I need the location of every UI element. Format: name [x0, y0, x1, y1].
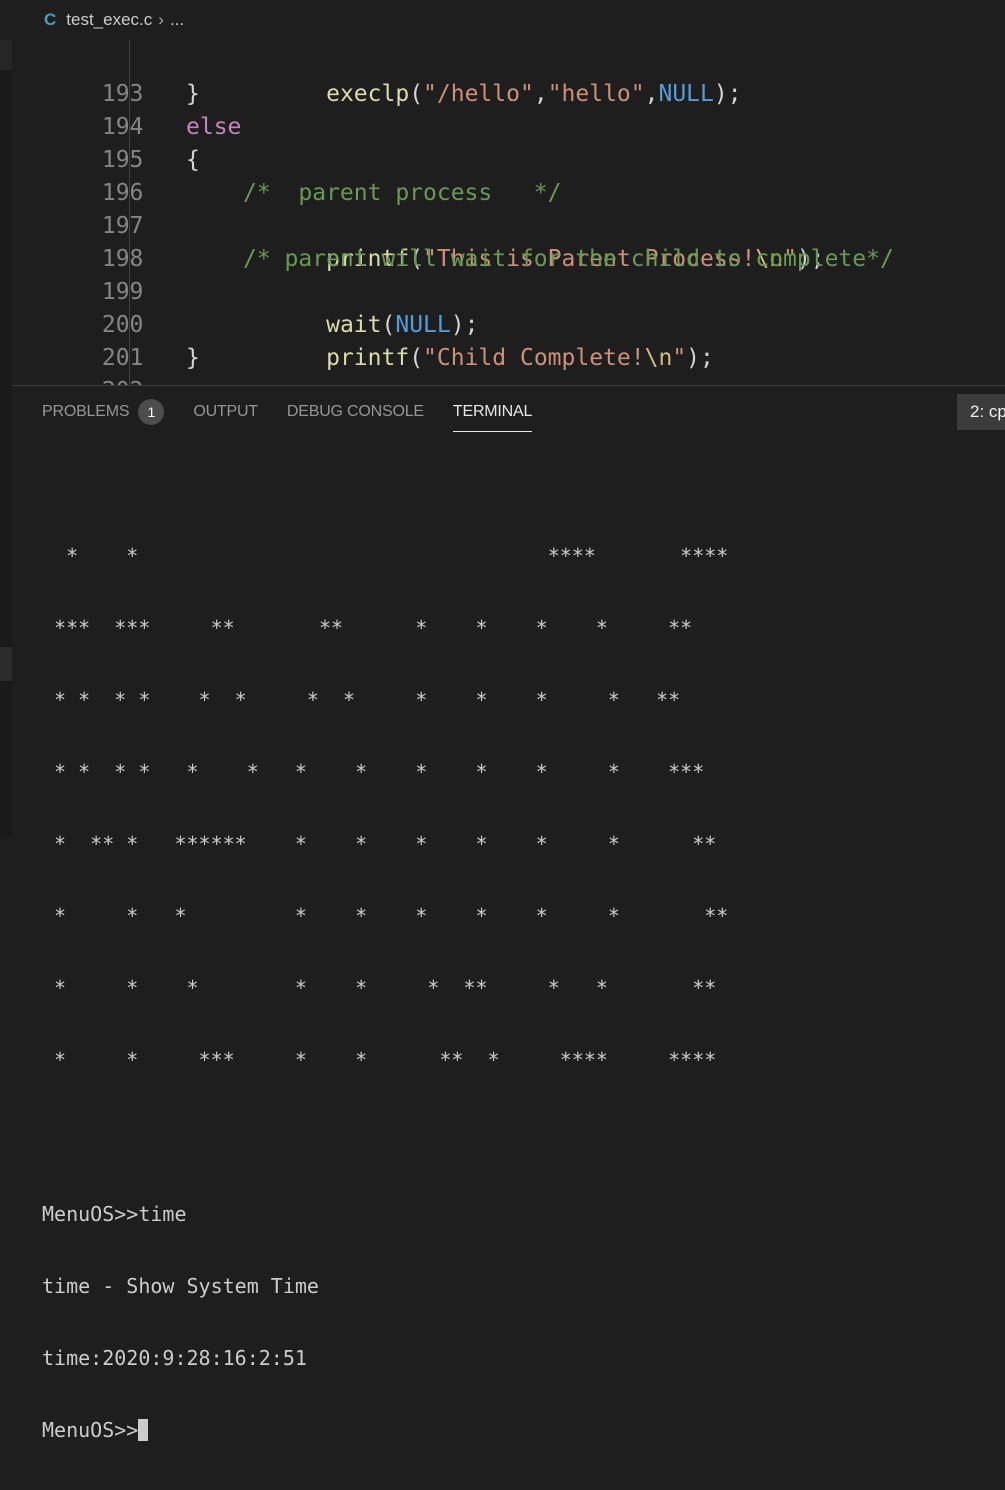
- ascii-banner-line: *** *** ** ** * * * * **: [42, 616, 693, 640]
- breadcrumb-file[interactable]: test_exec.c: [66, 10, 152, 30]
- ascii-banner-line: * * * * * * * * * * * * **: [42, 688, 681, 712]
- ascii-banner-line: * * * * * * * * * **: [42, 904, 729, 928]
- tab-problems[interactable]: PROBLEMS 1: [42, 386, 165, 438]
- terminal-prompt: MenuOS>>: [42, 1418, 139, 1442]
- ascii-banner-line: * * *** * * ** * **** ****: [42, 1048, 717, 1072]
- breadcrumb-more[interactable]: ...: [170, 10, 184, 30]
- terminal-line: time:2020:9:28:16:2:51: [42, 1346, 307, 1370]
- code-line: 194 }: [12, 78, 1005, 140]
- terminal-gap: [42, 1120, 1002, 1154]
- terminal-line: MenuOS>>time: [42, 1202, 187, 1226]
- tab-debug-console[interactable]: DEBUG CONSOLE: [287, 386, 424, 438]
- tab-label: DEBUG CONSOLE: [286, 403, 424, 420]
- code-token: {: [186, 147, 200, 173]
- tab-label: OUTPUT: [193, 403, 258, 420]
- code-editor[interactable]: 193 execlp("/hello","hello",NULL); 194 }…: [12, 40, 1005, 385]
- bottom-panel: PROBLEMS 1 OUTPUT DEBUG CONSOLE TERMINAL…: [12, 385, 1005, 1442]
- code-line: 197 /* parent process */: [12, 177, 1005, 239]
- breadcrumb: C test_exec.c › ...: [0, 0, 1005, 40]
- code-token: }: [186, 345, 200, 371]
- ascii-banner-line: * ** * ****** * * * * * * **: [42, 832, 717, 856]
- code-line: 199 /* parent will wait for the child to…: [12, 243, 1005, 305]
- c-file-icon: C: [44, 10, 57, 29]
- code-line: 195 else: [12, 111, 1005, 173]
- activity-bar-edge: [0, 385, 12, 837]
- ascii-banner-line: * * * * * * * * * * * * ***: [42, 760, 705, 784]
- terminal-cursor[interactable]: [138, 1419, 149, 1441]
- code-line: 196 {: [12, 144, 1005, 206]
- problems-count-badge: 1: [138, 399, 165, 425]
- code-token: else: [186, 114, 242, 140]
- code-line: 200 wait(NULL);: [12, 276, 1005, 338]
- code-token: /* parent will wait for the child to com…: [243, 246, 894, 272]
- code-line: 198 printf("This is Parent Process!\n");: [12, 210, 1005, 272]
- code-token: }: [186, 81, 200, 107]
- chevron-right-icon: ›: [158, 10, 164, 29]
- activity-bar-edge: [0, 40, 12, 385]
- terminal-output[interactable]: * * **** **** *** *** ** ** * * * * ** *…: [42, 496, 1002, 1490]
- terminal-line: time - Show System Time: [42, 1274, 319, 1298]
- activity-bar-item: [0, 647, 12, 681]
- tab-label: PROBLEMS: [42, 403, 130, 420]
- tab-terminal[interactable]: TERMINAL: [452, 386, 533, 438]
- code-line: 202 }: [12, 342, 1005, 385]
- line-number: 202: [67, 375, 144, 385]
- panel-tabs: PROBLEMS 1 OUTPUT DEBUG CONSOLE TERMINAL: [42, 386, 561, 438]
- code-line: 201 printf("Child Complete!\n");: [12, 309, 1005, 371]
- terminal-prompt-line: MenuOS>>: [42, 1418, 1002, 1442]
- ascii-banner-line: * * * * * * ** * * **: [42, 976, 717, 1000]
- terminal-select[interactable]: 2: cp: [957, 394, 1005, 430]
- code-line: 193 execlp("/hello","hello",NULL);: [12, 45, 1005, 107]
- code-token: /* parent process */: [243, 180, 562, 206]
- tab-output[interactable]: OUTPUT: [193, 386, 258, 438]
- activity-bar-item: [0, 40, 12, 70]
- tab-label: TERMINAL: [452, 403, 533, 420]
- ascii-banner-line: * * **** ****: [42, 544, 729, 568]
